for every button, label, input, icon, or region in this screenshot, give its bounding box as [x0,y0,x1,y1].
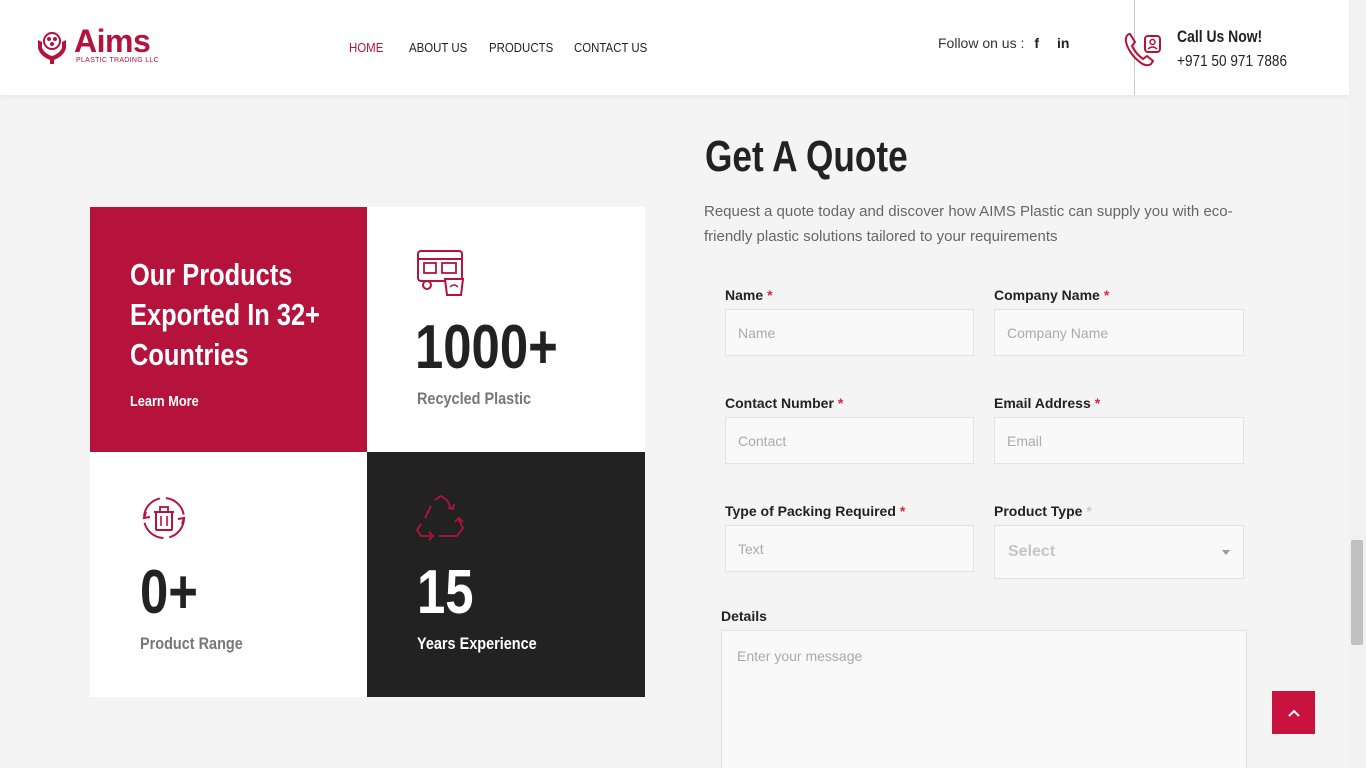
name-label-text: Name [725,287,764,303]
email-label-text: Email Address [994,395,1091,411]
chevron-down-icon [1222,549,1230,555]
quote-description: Request a quote today and discover how A… [704,203,1233,245]
back-to-top-button[interactable] [1272,691,1315,734]
nav-home[interactable]: HOME [349,40,402,55]
promo-title: Our Products Exported In 32+ Countries [130,255,321,375]
name-label: Name * [725,287,773,303]
company-name-input[interactable] [994,309,1244,356]
logo-name: Aims [74,23,151,59]
details-textarea[interactable] [721,630,1247,768]
nav-products[interactable]: PRODUCTS [489,40,564,55]
email-label: Email Address * [994,395,1100,411]
recycle-bin-icon [142,497,186,539]
required-mark: * [837,395,844,411]
product-type-label: Product Type * [994,503,1092,519]
stat-tile-experience: 15 Years Experience [367,452,645,697]
details-label: Details [721,608,767,624]
company-label: Company Name * [994,287,1109,303]
packing-label: Type of Packing Required * [725,503,905,519]
linkedin-icon[interactable]: in [1057,35,1069,51]
stat-number: 15 [417,558,474,627]
details-label-text: Details [721,608,767,624]
required-mark: * [767,287,773,303]
contact-label-text: Contact Number [725,395,834,411]
call-us-title: Call Us Now! [1177,27,1263,46]
stat-tile-product-range: 0+ Product Range [90,452,367,697]
stat-label: Years Experience [417,634,537,653]
nav-about-us[interactable]: ABOUT US [409,40,479,55]
logo-tagline: PLASTIC TRADING LLC [76,57,159,64]
product-type-label-text: Product Type [994,503,1083,519]
required-mark: * [1103,287,1110,303]
promo-title-line: Exported In 32+ [130,297,321,332]
main-nav: HOME ABOUT US PRODUCTS CONTACT US [349,40,654,55]
contact-label: Contact Number * [725,395,843,411]
required-mark: * [1094,395,1101,411]
required-mark: * [899,503,906,519]
packing-type-input[interactable] [725,525,974,572]
phone-icon [1124,33,1161,67]
stat-number: 1000+ [415,313,558,382]
logo[interactable]: Aims PLASTIC TRADING LLC [34,23,159,66]
contact-number-input[interactable] [725,417,974,464]
truck-icon [417,250,465,296]
stat-number: 0+ [140,558,198,627]
quote-title: Get A Quote [705,132,908,181]
stat-label: Product Range [140,634,243,653]
product-type-select[interactable]: Select [994,525,1244,579]
follow-label: Follow on us : [938,35,1025,51]
chevron-up-icon [1287,709,1300,717]
company-label-text: Company Name [994,287,1100,303]
promo-title-line: Our Products [130,257,293,292]
follow-us: Follow on us : f in [938,35,1070,51]
stat-tile-recycled: 1000+ Recycled Plastic [367,207,645,452]
facebook-icon[interactable]: f [1034,35,1039,51]
call-us-phone[interactable]: +971 50 971 7886 [1177,53,1287,71]
nav-contact-us[interactable]: CONTACT US [574,40,647,55]
product-type-value: Select [1008,543,1056,560]
scrollbar-thumb[interactable] [1351,540,1363,645]
recycle-icon [415,494,465,541]
site-header: Aims PLASTIC TRADING LLC HOME ABOUT US P… [0,0,1349,95]
packing-label-text: Type of Packing Required [725,503,896,519]
learn-more-link[interactable]: Learn More [130,393,199,410]
required-mark: * [1086,503,1092,519]
promo-tile: Our Products Exported In 32+ Countries L… [90,207,367,452]
logo-hands-icon [38,32,66,64]
promo-title-line: Countries [130,337,249,372]
email-input[interactable] [994,417,1244,464]
stat-label: Recycled Plastic [417,389,532,408]
page-scrollbar[interactable] [1349,0,1366,768]
name-input[interactable] [725,309,974,356]
